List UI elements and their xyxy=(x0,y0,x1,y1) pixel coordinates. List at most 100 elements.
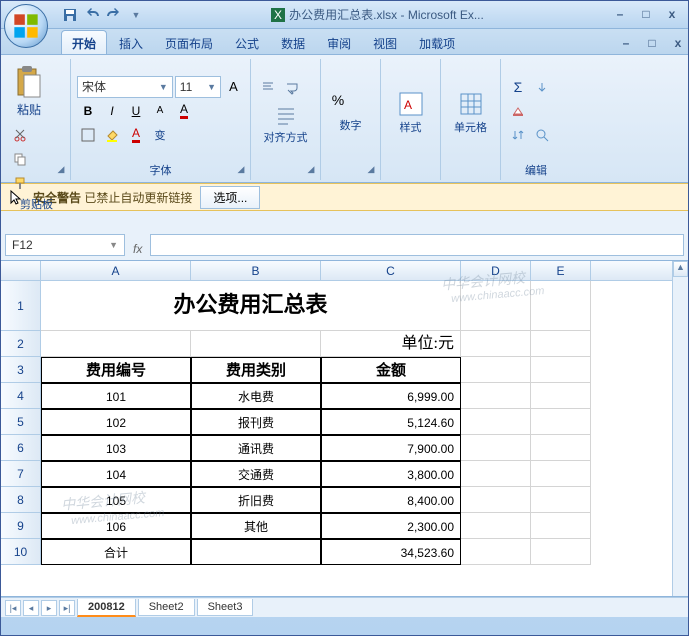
rowhead-9[interactable]: 9 xyxy=(1,513,41,539)
cell-id[interactable]: 105 xyxy=(41,487,191,513)
tab-addins[interactable]: 加载项 xyxy=(409,31,465,54)
vertical-scrollbar[interactable]: ▲ xyxy=(672,261,688,596)
tab-review[interactable]: 审阅 xyxy=(317,31,361,54)
scroll-up-icon[interactable]: ▲ xyxy=(673,261,688,277)
sheet-tab-sheet2[interactable]: Sheet2 xyxy=(138,599,195,616)
minimize-button[interactable]: – xyxy=(610,7,630,23)
rowhead-8[interactable]: 8 xyxy=(1,487,41,513)
underline-button[interactable]: U xyxy=(125,100,147,122)
paste-button[interactable]: 粘贴 xyxy=(9,61,49,122)
tab-data[interactable]: 数据 xyxy=(271,31,315,54)
number-format-button[interactable]: 数字 xyxy=(327,113,374,137)
qat-dropdown-icon[interactable]: ▼ xyxy=(127,6,145,24)
tab-insert[interactable]: 插入 xyxy=(109,31,153,54)
cell-amount[interactable]: 3,800.00 xyxy=(321,461,461,487)
office-button[interactable] xyxy=(4,4,48,48)
rowhead-2[interactable]: 2 xyxy=(1,331,41,357)
cell-id[interactable]: 102 xyxy=(41,409,191,435)
font-launcher-icon[interactable]: ◢ xyxy=(234,164,248,178)
rowhead-5[interactable]: 5 xyxy=(1,409,41,435)
doc-minimize-button[interactable]: – xyxy=(616,36,636,52)
cell-id[interactable]: 103 xyxy=(41,435,191,461)
autosum-button[interactable]: Σ xyxy=(507,76,529,98)
percent-button[interactable]: % xyxy=(327,89,349,111)
sheet-tab-200812[interactable]: 200812 xyxy=(77,599,136,617)
wrap-text-icon[interactable] xyxy=(281,77,303,99)
cell-amount[interactable]: 7,900.00 xyxy=(321,435,461,461)
header-category[interactable]: 费用类别 xyxy=(191,357,321,383)
cell-category[interactable]: 其他 xyxy=(191,513,321,539)
fx-icon[interactable]: fx xyxy=(129,242,146,256)
rowhead-3[interactable]: 3 xyxy=(1,357,41,383)
cell-category[interactable]: 折旧费 xyxy=(191,487,321,513)
cell-amount[interactable]: 6,999.00 xyxy=(321,383,461,409)
shrink-font-icon[interactable]: A xyxy=(149,100,171,122)
colhead-B[interactable]: B xyxy=(191,261,321,280)
rowhead-1[interactable]: 1 xyxy=(1,281,41,331)
prev-sheet-icon[interactable]: ◂ xyxy=(23,600,39,616)
select-all-corner[interactable] xyxy=(1,261,41,280)
cells-button[interactable]: 单元格 xyxy=(447,87,494,139)
redo-icon[interactable] xyxy=(105,6,123,24)
grow-font-icon[interactable]: A xyxy=(223,76,244,98)
doc-close-button[interactable]: x xyxy=(668,36,688,52)
font-color-icon[interactable]: A xyxy=(173,100,195,122)
borders-icon[interactable] xyxy=(77,124,99,146)
tab-formulas[interactable]: 公式 xyxy=(225,31,269,54)
close-button[interactable]: x xyxy=(662,7,682,23)
colhead-E[interactable]: E xyxy=(531,261,591,280)
doc-maximize-button[interactable]: □ xyxy=(642,36,662,52)
rowhead-4[interactable]: 4 xyxy=(1,383,41,409)
undo-icon[interactable] xyxy=(83,6,101,24)
clear-icon[interactable] xyxy=(507,100,529,122)
cut-icon[interactable] xyxy=(9,124,31,146)
save-icon[interactable] xyxy=(61,6,79,24)
align-top-icon[interactable] xyxy=(257,77,279,99)
header-id[interactable]: 费用编号 xyxy=(41,357,191,383)
cell-total-amount[interactable]: 34,523.60 xyxy=(321,539,461,565)
maximize-button[interactable]: □ xyxy=(636,7,656,23)
cell-total-label[interactable]: 合计 xyxy=(41,539,191,565)
cell-id[interactable]: 101 xyxy=(41,383,191,409)
spreadsheet-grid[interactable]: A B C D E 1 办公费用汇总表 2 单位:元 3 xyxy=(1,261,688,597)
colhead-D[interactable]: D xyxy=(461,261,531,280)
colhead-C[interactable]: C xyxy=(321,261,461,280)
find-icon[interactable] xyxy=(531,124,553,146)
font-size-combo[interactable]: 11▼ xyxy=(175,76,221,98)
cell-category[interactable]: 报刊费 xyxy=(191,409,321,435)
rowhead-6[interactable]: 6 xyxy=(1,435,41,461)
cell-category[interactable]: 水电费 xyxy=(191,383,321,409)
phonetic-icon[interactable]: 变 xyxy=(149,124,171,146)
cell-category[interactable]: 通讯费 xyxy=(191,435,321,461)
cell-id[interactable]: 106 xyxy=(41,513,191,539)
formula-input[interactable] xyxy=(150,234,684,256)
fill-icon[interactable] xyxy=(531,76,553,98)
cell-category[interactable]: 交通费 xyxy=(191,461,321,487)
security-options-button[interactable]: 选项... xyxy=(200,186,260,209)
fill-color-icon[interactable] xyxy=(101,124,123,146)
name-box[interactable]: F12▼ xyxy=(5,234,125,256)
tab-page-layout[interactable]: 页面布局 xyxy=(155,31,223,54)
copy-icon[interactable] xyxy=(9,148,31,170)
header-amount[interactable]: 金额 xyxy=(321,357,461,383)
cell-unit[interactable]: 单位:元 xyxy=(321,331,461,357)
styles-button[interactable]: A 样式 xyxy=(387,87,434,139)
cell-amount[interactable]: 2,300.00 xyxy=(321,513,461,539)
tab-home[interactable]: 开始 xyxy=(61,30,107,54)
tab-view[interactable]: 视图 xyxy=(363,31,407,54)
colhead-A[interactable]: A xyxy=(41,261,191,280)
first-sheet-icon[interactable]: |◂ xyxy=(5,600,21,616)
align-launcher-icon[interactable]: ◢ xyxy=(304,164,318,178)
sheet-tab-sheet3[interactable]: Sheet3 xyxy=(197,599,254,616)
last-sheet-icon[interactable]: ▸| xyxy=(59,600,75,616)
number-launcher-icon[interactable]: ◢ xyxy=(364,164,378,178)
font-name-combo[interactable]: 宋体▼ xyxy=(77,76,173,98)
sort-filter-icon[interactable] xyxy=(507,124,529,146)
font-color-2-icon[interactable]: A xyxy=(125,124,147,146)
rowhead-10[interactable]: 10 xyxy=(1,539,41,565)
cell-title[interactable]: 办公费用汇总表 xyxy=(41,281,461,331)
cell-id[interactable]: 104 xyxy=(41,461,191,487)
cell-amount[interactable]: 8,400.00 xyxy=(321,487,461,513)
italic-button[interactable]: I xyxy=(101,100,123,122)
alignment-button[interactable]: 对齐方式 xyxy=(257,101,314,149)
